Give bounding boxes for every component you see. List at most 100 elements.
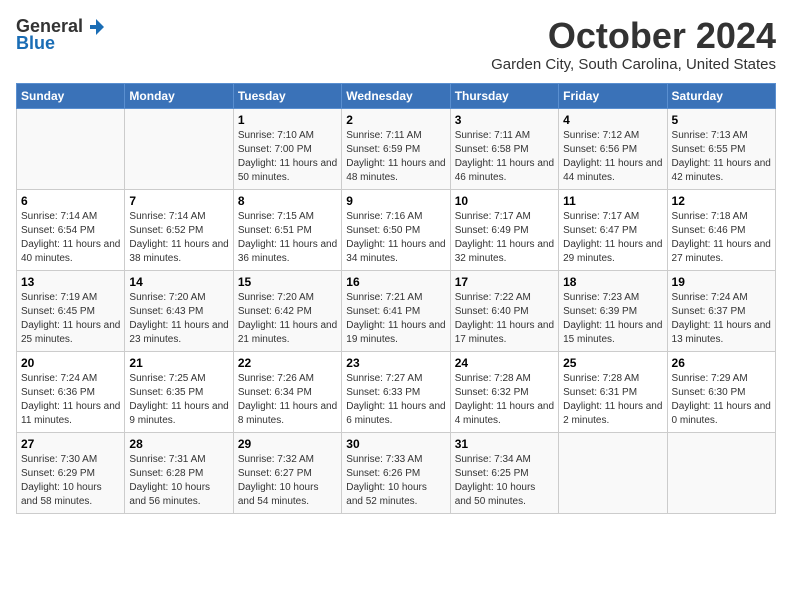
day-content: Sunrise: 7:31 AMSunset: 6:28 PMDaylight:… (129, 453, 228, 509)
page-header: General Blue October 2024 Garden City, S… (16, 16, 776, 73)
day-content: Sunrise: 7:11 AMSunset: 6:59 PMDaylight:… (346, 129, 445, 185)
day-content: Sunrise: 7:17 AMSunset: 6:47 PMDaylight:… (563, 210, 662, 266)
day-cell-30: 30 Sunrise: 7:33 AMSunset: 6:26 PMDayligh… (342, 432, 450, 513)
day-number: 11 (563, 194, 662, 208)
day-number: 16 (346, 275, 445, 289)
day-content: Sunrise: 7:13 AMSunset: 6:55 PMDaylight:… (672, 129, 771, 185)
day-cell-11: 11 Sunrise: 7:17 AMSunset: 6:47 PMDayligh… (559, 189, 667, 270)
day-number: 6 (21, 194, 120, 208)
logo-icon (86, 17, 106, 37)
day-cell-3: 3Sunrise: 7:11 AMSunset: 6:58 PMDaylight… (450, 108, 558, 189)
logo-blue-text: Blue (16, 33, 55, 54)
day-content: Sunrise: 7:27 AMSunset: 6:33 PMDaylight:… (346, 372, 445, 428)
day-number: 27 (21, 437, 120, 451)
day-cell-27: 27 Sunrise: 7:30 AMSunset: 6:29 PMDayligh… (17, 432, 125, 513)
day-number: 2 (346, 113, 445, 127)
day-content: Sunrise: 7:17 AMSunset: 6:49 PMDaylight:… (455, 210, 554, 266)
day-number: 15 (238, 275, 337, 289)
empty-cell (667, 432, 775, 513)
day-content: Sunrise: 7:16 AMSunset: 6:50 PMDaylight:… (346, 210, 445, 266)
day-content: Sunrise: 7:15 AMSunset: 6:51 PMDaylight:… (238, 210, 337, 266)
day-content: Sunrise: 7:33 AMSunset: 6:26 PMDaylight:… (346, 453, 445, 509)
day-content: Sunrise: 7:24 AMSunset: 6:36 PMDaylight:… (21, 372, 120, 428)
day-cell-6: 6 Sunrise: 7:14 AMSunset: 6:54 PMDaylight… (17, 189, 125, 270)
day-number: 7 (129, 194, 228, 208)
day-content: Sunrise: 7:14 AMSunset: 6:52 PMDaylight:… (129, 210, 228, 266)
day-cell-19: 19Sunrise: 7:24 AMSunset: 6:37 PMDayligh… (667, 270, 775, 351)
logo: General Blue (16, 16, 106, 54)
day-content: Sunrise: 7:14 AMSunset: 6:54 PMDaylight:… (21, 210, 120, 266)
day-number: 30 (346, 437, 445, 451)
day-cell-25: 25 Sunrise: 7:28 AMSunset: 6:31 PMDayligh… (559, 351, 667, 432)
day-number: 21 (129, 356, 228, 370)
day-content: Sunrise: 7:21 AMSunset: 6:41 PMDaylight:… (346, 291, 445, 347)
day-content: Sunrise: 7:28 AMSunset: 6:31 PMDaylight:… (563, 372, 662, 428)
day-cell-31: 31 Sunrise: 7:34 AMSunset: 6:25 PMDayligh… (450, 432, 558, 513)
day-number: 12 (672, 194, 771, 208)
day-cell-16: 16 Sunrise: 7:21 AMSunset: 6:41 PMDayligh… (342, 270, 450, 351)
header-row: SundayMondayTuesdayWednesdayThursdayFrid… (17, 83, 776, 108)
day-number: 8 (238, 194, 337, 208)
day-number: 4 (563, 113, 662, 127)
week-row-3: 13Sunrise: 7:19 AMSunset: 6:45 PMDayligh… (17, 270, 776, 351)
day-content: Sunrise: 7:10 AMSunset: 7:00 PMDaylight:… (238, 129, 337, 185)
day-cell-29: 29Sunrise: 7:32 AMSunset: 6:27 PMDayligh… (233, 432, 341, 513)
day-cell-9: 9 Sunrise: 7:16 AMSunset: 6:50 PMDaylight… (342, 189, 450, 270)
weekday-header-wednesday: Wednesday (342, 83, 450, 108)
day-content: Sunrise: 7:30 AMSunset: 6:29 PMDaylight:… (21, 453, 120, 509)
day-content: Sunrise: 7:34 AMSunset: 6:25 PMDaylight:… (455, 453, 554, 509)
week-row-1: 1 Sunrise: 7:10 AMSunset: 7:00 PMDaylight… (17, 108, 776, 189)
day-content: Sunrise: 7:19 AMSunset: 6:45 PMDaylight:… (21, 291, 120, 347)
day-cell-1: 1 Sunrise: 7:10 AMSunset: 7:00 PMDaylight… (233, 108, 341, 189)
day-number: 23 (346, 356, 445, 370)
day-number: 1 (238, 113, 337, 127)
day-content: Sunrise: 7:26 AMSunset: 6:34 PMDaylight:… (238, 372, 337, 428)
day-cell-24: 24Sunrise: 7:28 AMSunset: 6:32 PMDayligh… (450, 351, 558, 432)
empty-cell (17, 108, 125, 189)
month-title: October 2024 (491, 16, 776, 56)
day-cell-5: 5 Sunrise: 7:13 AMSunset: 6:55 PMDaylight… (667, 108, 775, 189)
day-cell-15: 15 Sunrise: 7:20 AMSunset: 6:42 PMDayligh… (233, 270, 341, 351)
day-cell-28: 28Sunrise: 7:31 AMSunset: 6:28 PMDayligh… (125, 432, 233, 513)
day-number: 14 (129, 275, 228, 289)
day-content: Sunrise: 7:11 AMSunset: 6:58 PMDaylight:… (455, 129, 554, 185)
day-number: 25 (563, 356, 662, 370)
weekday-header-thursday: Thursday (450, 83, 558, 108)
day-number: 10 (455, 194, 554, 208)
weekday-header-sunday: Sunday (17, 83, 125, 108)
day-number: 31 (455, 437, 554, 451)
day-cell-12: 12 Sunrise: 7:18 AMSunset: 6:46 PMDayligh… (667, 189, 775, 270)
week-row-4: 20 Sunrise: 7:24 AMSunset: 6:36 PMDayligh… (17, 351, 776, 432)
day-cell-7: 7 Sunrise: 7:14 AMSunset: 6:52 PMDaylight… (125, 189, 233, 270)
day-cell-8: 8 Sunrise: 7:15 AMSunset: 6:51 PMDaylight… (233, 189, 341, 270)
empty-cell (125, 108, 233, 189)
day-cell-18: 18 Sunrise: 7:23 AMSunset: 6:39 PMDayligh… (559, 270, 667, 351)
day-number: 9 (346, 194, 445, 208)
weekday-header-friday: Friday (559, 83, 667, 108)
day-number: 19 (672, 275, 771, 289)
day-content: Sunrise: 7:20 AMSunset: 6:42 PMDaylight:… (238, 291, 337, 347)
day-cell-2: 2 Sunrise: 7:11 AMSunset: 6:59 PMDaylight… (342, 108, 450, 189)
day-cell-13: 13Sunrise: 7:19 AMSunset: 6:45 PMDayligh… (17, 270, 125, 351)
day-cell-26: 26Sunrise: 7:29 AMSunset: 6:30 PMDayligh… (667, 351, 775, 432)
empty-cell (559, 432, 667, 513)
day-cell-23: 23 Sunrise: 7:27 AMSunset: 6:33 PMDayligh… (342, 351, 450, 432)
day-content: Sunrise: 7:25 AMSunset: 6:35 PMDaylight:… (129, 372, 228, 428)
day-content: Sunrise: 7:12 AMSunset: 6:56 PMDaylight:… (563, 129, 662, 185)
day-cell-14: 14Sunrise: 7:20 AMSunset: 6:43 PMDayligh… (125, 270, 233, 351)
title-block: October 2024 Garden City, South Carolina… (491, 16, 776, 73)
day-number: 26 (672, 356, 771, 370)
day-number: 24 (455, 356, 554, 370)
day-content: Sunrise: 7:22 AMSunset: 6:40 PMDaylight:… (455, 291, 554, 347)
day-number: 20 (21, 356, 120, 370)
day-number: 18 (563, 275, 662, 289)
day-cell-20: 20 Sunrise: 7:24 AMSunset: 6:36 PMDayligh… (17, 351, 125, 432)
day-cell-22: 22Sunrise: 7:26 AMSunset: 6:34 PMDayligh… (233, 351, 341, 432)
day-cell-21: 21 Sunrise: 7:25 AMSunset: 6:35 PMDayligh… (125, 351, 233, 432)
day-number: 5 (672, 113, 771, 127)
day-content: Sunrise: 7:18 AMSunset: 6:46 PMDaylight:… (672, 210, 771, 266)
weekday-header-saturday: Saturday (667, 83, 775, 108)
calendar-table: SundayMondayTuesdayWednesdayThursdayFrid… (16, 83, 776, 514)
day-content: Sunrise: 7:23 AMSunset: 6:39 PMDaylight:… (563, 291, 662, 347)
week-row-2: 6 Sunrise: 7:14 AMSunset: 6:54 PMDaylight… (17, 189, 776, 270)
